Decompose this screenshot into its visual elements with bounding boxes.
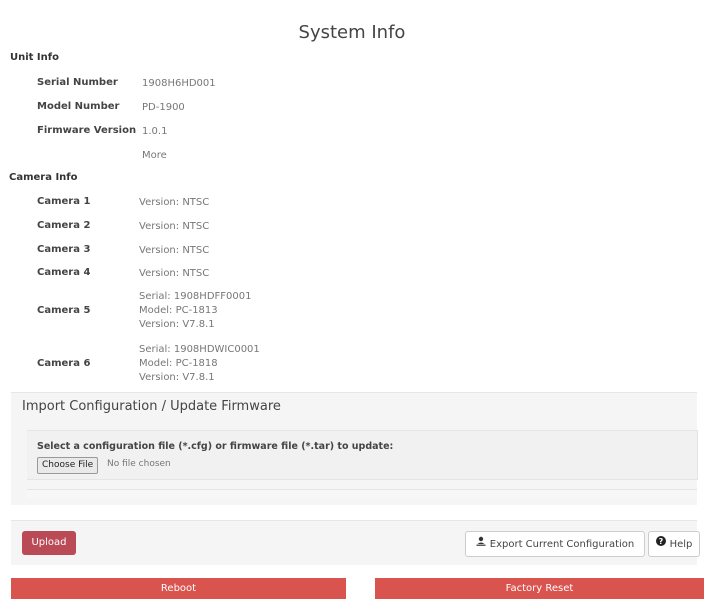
camera-serial: Serial: 1908HDFF0001 (139, 291, 252, 302)
camera-label: Camera 1 (37, 196, 91, 207)
help-label: Help (669, 539, 693, 550)
model-number-label: Model Number (37, 101, 120, 112)
camera-version: Version: V7.8.1 (139, 319, 215, 330)
export-config-button[interactable]: Export Current Configuration (465, 531, 645, 557)
model-number-value: PD-1900 (142, 102, 185, 113)
export-config-label: Export Current Configuration (489, 539, 635, 550)
camera-version: Version: NTSC (139, 197, 210, 208)
camera-version: Version: NTSC (139, 221, 210, 232)
page-title: System Info (298, 22, 406, 43)
file-select-instruction: Select a configuration file (*.cfg) or f… (37, 441, 394, 452)
camera-label: Camera 5 (37, 305, 91, 316)
help-button[interactable]: ? Help (648, 531, 700, 557)
more-link[interactable]: More (142, 149, 167, 162)
camera-version: Version: V7.8.1 (139, 372, 215, 383)
unit-info-heading: Unit Info (10, 52, 59, 63)
choose-file-button[interactable]: Choose File (37, 457, 99, 474)
camera-serial: Serial: 1908HDWIC0001 (139, 344, 260, 355)
factory-reset-button[interactable]: Factory Reset (375, 578, 704, 599)
action-bar: Upload Export Current Configuration ? He… (11, 520, 700, 565)
import-config-panel: Import Configuration / Update Firmware S… (11, 392, 698, 505)
camera-label: Camera 2 (37, 220, 91, 231)
upload-button[interactable]: Upload (22, 531, 76, 555)
camera-info-heading: Camera Info (9, 172, 78, 183)
camera-label: Camera 4 (37, 267, 91, 278)
no-file-chosen-text: No file chosen (107, 459, 171, 469)
firmware-version-value: 1.0.1 (142, 126, 168, 137)
import-config-title: Import Configuration / Update Firmware (22, 399, 281, 414)
svg-text:?: ? (658, 537, 663, 546)
serial-number-value: 1908H6HD001 (142, 78, 216, 89)
camera-version: Version: NTSC (139, 268, 210, 279)
question-circle-icon: ? (655, 532, 666, 556)
camera-model: Model: PC-1818 (139, 358, 218, 369)
camera-label: Camera 3 (37, 244, 91, 255)
firmware-version-label: Firmware Version (37, 125, 137, 136)
camera-label: Camera 6 (37, 358, 91, 369)
export-icon (476, 532, 486, 556)
serial-number-label: Serial Number (37, 77, 118, 88)
upload-progress-bar (27, 489, 697, 498)
camera-version: Version: NTSC (139, 245, 210, 256)
file-select-box: Select a configuration file (*.cfg) or f… (27, 430, 698, 480)
camera-model: Model: PC-1813 (139, 305, 218, 316)
reboot-button[interactable]: Reboot (11, 578, 346, 599)
